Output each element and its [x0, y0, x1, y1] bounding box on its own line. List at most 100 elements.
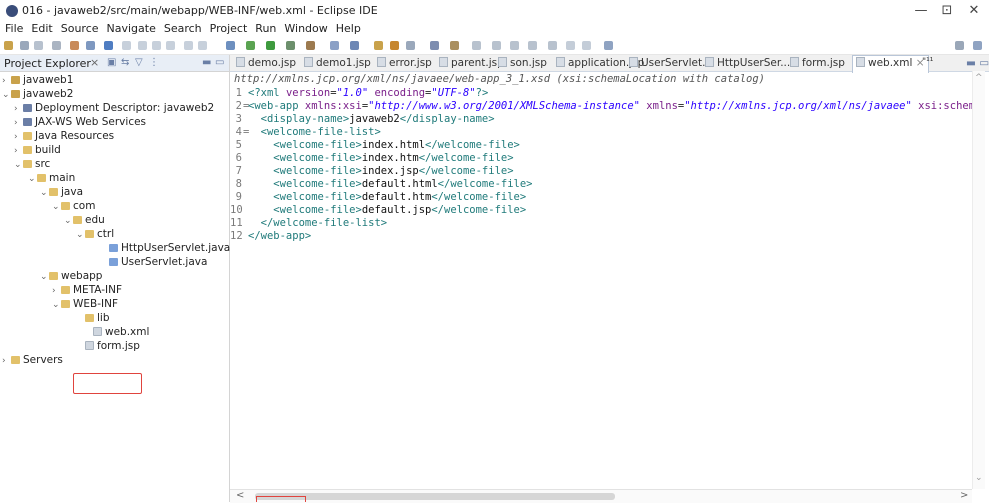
- open-type-icon[interactable]: [350, 41, 359, 50]
- menu-window[interactable]: Window: [284, 22, 327, 35]
- chevron-right-icon[interactable]: ›: [2, 354, 11, 368]
- debug-config-icon[interactable]: [226, 41, 235, 50]
- tab-parent-jsp[interactable]: parent.jsp: [439, 57, 504, 69]
- vertical-scrollbar[interactable]: ^ ⌄: [972, 71, 985, 489]
- minimize-view-icon[interactable]: ▬: [202, 57, 211, 68]
- forward-icon[interactable]: [510, 41, 519, 50]
- tree-item-jax-ws-web-services[interactable]: › JAX-WS Web Services: [14, 115, 146, 129]
- tab-userservlet[interactable]: UserServlet...: [629, 57, 712, 69]
- chevron-down-icon[interactable]: ⌄: [40, 270, 49, 284]
- menu-search[interactable]: Search: [164, 22, 202, 35]
- new-icon[interactable]: [4, 41, 13, 50]
- chevron-down-icon[interactable]: ⌄: [2, 88, 11, 102]
- scroll-left-icon[interactable]: <: [236, 490, 244, 501]
- chevron-right-icon[interactable]: ›: [14, 116, 23, 130]
- chevron-right-icon[interactable]: ›: [2, 74, 11, 88]
- maximize-button[interactable]: ⊡: [933, 2, 961, 20]
- tree-item-java[interactable]: ⌄ java: [40, 185, 83, 199]
- tree-item-ctrl[interactable]: ⌄ ctrl: [76, 227, 114, 241]
- resume-icon[interactable]: [138, 41, 147, 50]
- code-editor[interactable]: http://xmlns.jcp.org/xml/ns/javaee/web-a…: [230, 71, 972, 489]
- console-icon[interactable]: [86, 41, 95, 50]
- menu-file[interactable]: File: [5, 22, 23, 35]
- link-editor-icon[interactable]: ⇆: [121, 57, 129, 68]
- scroll-down-icon[interactable]: ⌄: [975, 473, 983, 483]
- chevron-right-icon[interactable]: ›: [14, 130, 23, 144]
- tree-item-edu[interactable]: ⌄ edu: [64, 213, 105, 227]
- project-explorer-tab[interactable]: Project Explorer × ▣ ⇆ ▽ ⋮ ▬ ▭: [0, 55, 229, 72]
- tab-son-jsp[interactable]: son.jsp: [498, 57, 547, 69]
- run-icon[interactable]: [266, 41, 275, 50]
- external-tools-icon[interactable]: [306, 41, 315, 50]
- close-icon[interactable]: ×: [90, 56, 99, 69]
- open-perspective-icon[interactable]: [604, 41, 613, 50]
- filter-icon[interactable]: ▽: [135, 57, 143, 68]
- save-all-icon[interactable]: [34, 41, 43, 50]
- tree-item-web-xml[interactable]: web.xml: [84, 325, 149, 339]
- close-button[interactable]: ✕: [960, 2, 988, 20]
- collapse-all-icon[interactable]: ▣: [107, 57, 116, 68]
- chevron-right-icon[interactable]: ›: [14, 102, 23, 116]
- tree-item-web-inf[interactable]: ⌄ WEB-INF: [52, 297, 118, 311]
- pin-icon[interactable]: [528, 41, 537, 50]
- terminal-icon[interactable]: [104, 41, 113, 50]
- tree-item-src[interactable]: ⌄ src: [14, 157, 50, 171]
- pen-icon[interactable]: [406, 41, 415, 50]
- chevron-down-icon[interactable]: ⌄: [52, 200, 61, 214]
- tree-item-main[interactable]: ⌄ main: [28, 171, 75, 185]
- tree-item-java-resources[interactable]: › Java Resources: [14, 129, 114, 143]
- menu-source[interactable]: Source: [61, 22, 99, 35]
- tree-item-javaweb2[interactable]: ⌄ javaweb2: [2, 87, 73, 101]
- chevron-down-icon[interactable]: ⌄: [28, 172, 37, 186]
- tree-item-form-jsp[interactable]: form.jsp: [76, 339, 140, 353]
- scroll-right-icon[interactable]: >: [960, 490, 968, 501]
- tree-item-build[interactable]: › build: [14, 143, 61, 157]
- tree-item-servers[interactable]: › Servers: [2, 353, 63, 367]
- view-menu-icon[interactable]: ⋮: [149, 57, 159, 68]
- tab-httpuserser[interactable]: HttpUserSer...: [705, 57, 790, 69]
- tree-item-meta-inf[interactable]: › META-INF: [52, 283, 122, 297]
- menu-run[interactable]: Run: [255, 22, 276, 35]
- save-icon[interactable]: [20, 41, 29, 50]
- build-icon[interactable]: [70, 41, 79, 50]
- tab-overflow-button[interactable]: "¹¹: [922, 57, 933, 67]
- step-into-icon[interactable]: [184, 41, 193, 50]
- chevron-right-icon[interactable]: ›: [14, 144, 23, 158]
- chevron-down-icon[interactable]: ⌄: [14, 158, 23, 172]
- fold-marker-icon[interactable]: =: [243, 126, 249, 139]
- coverage-icon[interactable]: [286, 41, 295, 50]
- next-annotation-icon[interactable]: [450, 41, 459, 50]
- tree-item-deployment-descriptor-javaweb2[interactable]: › Deployment Descriptor: javaweb2: [14, 101, 214, 115]
- perspective-icon[interactable]: [973, 41, 982, 50]
- tree-item-httpuserservlet-java[interactable]: HttpUserServlet.java: [100, 241, 230, 255]
- chevron-right-icon[interactable]: ›: [52, 284, 61, 298]
- horizontal-scrollbar[interactable]: < >: [230, 489, 972, 503]
- search-toolbar-icon[interactable]: [955, 41, 964, 50]
- annotation-icon[interactable]: [430, 41, 439, 50]
- tree-item-webapp[interactable]: ⌄ webapp: [40, 269, 102, 283]
- print-icon[interactable]: [52, 41, 61, 50]
- tree-item-userservlet-java[interactable]: UserServlet.java: [100, 255, 207, 269]
- minimize-button[interactable]: —: [907, 2, 935, 20]
- last-edit-icon[interactable]: [472, 41, 481, 50]
- new-server-icon[interactable]: [330, 41, 339, 50]
- tree-item-com[interactable]: ⌄ com: [52, 199, 95, 213]
- tree-item-lib[interactable]: lib: [76, 311, 110, 325]
- editor-minmax-icon[interactable]: ▬ ▭: [966, 57, 989, 69]
- tree-item-javaweb1[interactable]: › javaweb1: [2, 73, 73, 87]
- search-icon[interactable]: [390, 41, 399, 50]
- menu-help[interactable]: Help: [336, 22, 361, 35]
- prev-icon[interactable]: [566, 41, 575, 50]
- chevron-down-icon[interactable]: ⌄: [40, 186, 49, 200]
- debug-icon[interactable]: [246, 41, 255, 50]
- menu-navigate[interactable]: Navigate: [107, 22, 156, 35]
- scroll-thumb[interactable]: [255, 493, 615, 500]
- toggle-icon[interactable]: [548, 41, 557, 50]
- chevron-down-icon[interactable]: ⌄: [64, 214, 73, 228]
- open-task-icon[interactable]: [374, 41, 383, 50]
- chevron-down-icon[interactable]: ⌄: [76, 228, 85, 242]
- suspend-icon[interactable]: [152, 41, 161, 50]
- tab-form-jsp[interactable]: form.jsp: [790, 57, 845, 69]
- menu-project[interactable]: Project: [210, 22, 248, 35]
- skip-icon[interactable]: [122, 41, 131, 50]
